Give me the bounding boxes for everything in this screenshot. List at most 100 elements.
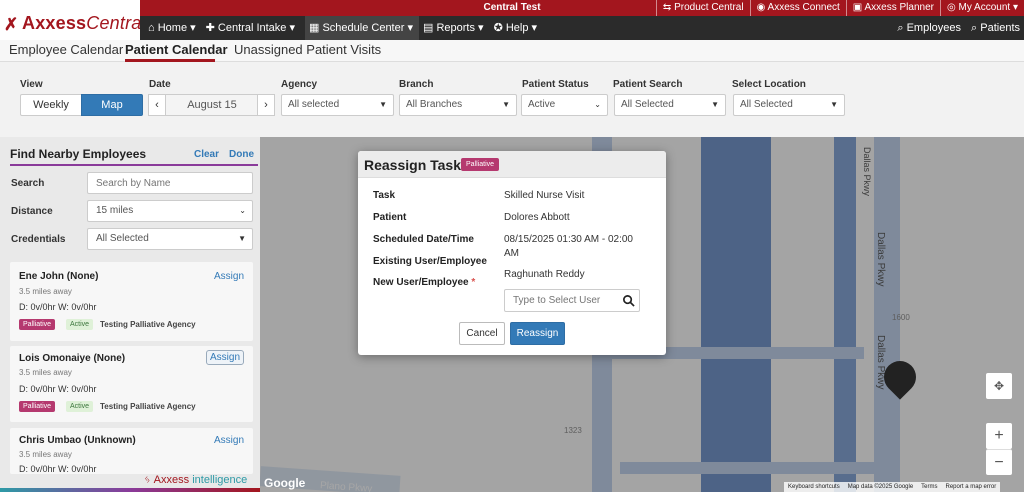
view-label: View xyxy=(20,79,43,90)
existing-user-label: Existing User/Employee xyxy=(373,256,487,267)
assign-button[interactable]: Assign xyxy=(214,435,244,446)
distance-label: Distance xyxy=(11,206,53,217)
intelligence-icon: ᛃ xyxy=(144,474,151,486)
search-icon: ⌕ xyxy=(971,22,978,34)
nav-schedule-center[interactable]: ▦ Schedule Center ▾ xyxy=(304,16,419,40)
modal-title: Reassign Task xyxy=(364,157,462,173)
map-data-label: Map data ©2025 Google xyxy=(847,484,914,490)
caret-down-icon: ▼ xyxy=(830,100,838,109)
task-label: Task xyxy=(373,190,396,201)
view-map-button[interactable]: Map xyxy=(81,94,143,116)
swap-icon: ⇆ xyxy=(662,2,672,13)
google-logo: Google xyxy=(264,476,306,490)
existing-user-value: Raghunath Reddy xyxy=(504,269,585,280)
employee-name: Chris Umbao (Unknown) xyxy=(19,435,136,446)
date-value[interactable]: August 15 xyxy=(166,94,258,116)
employee-distance: 3.5 miles away xyxy=(19,287,72,296)
employee-hours: D: 0v/0hr W: 0v/0hr xyxy=(19,302,97,312)
view-weekly-button[interactable]: Weekly xyxy=(20,94,82,116)
map-recenter-button[interactable]: ✥ xyxy=(986,373,1012,399)
location-select[interactable]: All Selected ▼ xyxy=(733,94,845,116)
keyboard-shortcuts-link[interactable]: Keyboard shortcuts xyxy=(784,482,844,492)
user-icon: ◎ xyxy=(946,2,956,13)
axxess-planner-link[interactable]: ▣ Axxess Planner xyxy=(845,0,940,16)
required-icon: * xyxy=(471,277,476,288)
assign-button[interactable]: Assign xyxy=(205,350,244,365)
search-patients-link[interactable]: ⌕ Patients xyxy=(961,16,1020,40)
nav-home[interactable]: ⌂ Home ▾ xyxy=(148,16,202,40)
employee-hours: D: 0v/0hr W: 0v/0hr xyxy=(19,464,97,474)
home-icon: ⌂ xyxy=(148,22,155,34)
date-next-button[interactable]: › xyxy=(257,94,275,116)
new-user-input[interactable] xyxy=(505,290,617,311)
panel-divider xyxy=(10,164,258,166)
nav-central-intake[interactable]: ✚ Central Intake ▾ xyxy=(206,16,301,40)
chevron-down-icon: ⌄ xyxy=(594,100,601,109)
employee-name: Lois Omonaiye (None) xyxy=(19,353,126,364)
agency-name: Testing Palliative Agency xyxy=(100,320,196,329)
zoom-in-button[interactable]: + xyxy=(986,423,1012,449)
patient-search-select[interactable]: All Selected ▼ xyxy=(614,94,726,116)
employee-card: Chris Umbao (Unknown) Assign 3.5 miles a… xyxy=(10,428,253,474)
patient-status-select[interactable]: Active ⌄ xyxy=(521,94,608,116)
task-value: Skilled Nurse Visit xyxy=(504,190,585,201)
new-user-select[interactable] xyxy=(504,289,640,312)
product-central-link[interactable]: ⇆ Product Central xyxy=(655,0,750,16)
active-badge: Active xyxy=(66,319,94,330)
patient-status-label: Patient Status xyxy=(522,79,589,90)
credentials-select[interactable]: All Selected ▼ xyxy=(87,228,253,250)
clear-link[interactable]: Clear xyxy=(194,149,219,160)
chevron-right-icon: › xyxy=(264,99,268,111)
patient-search-label: Patient Search xyxy=(613,79,683,90)
search-icon xyxy=(623,295,635,307)
employee-hours: D: 0v/0hr W: 0v/0hr xyxy=(19,384,97,394)
my-account-link[interactable]: ◎ My Account ▾ xyxy=(939,0,1024,16)
employee-name: Ene John (None) xyxy=(19,271,99,282)
help-icon: ✪ xyxy=(493,22,503,34)
tab-unassigned-visits[interactable]: Unassigned Patient Visits xyxy=(234,42,381,57)
caret-down-icon: ▼ xyxy=(379,100,387,109)
scheduled-value-cont: AM xyxy=(504,248,519,259)
chevron-left-icon: ‹ xyxy=(155,99,159,111)
done-link[interactable]: Done xyxy=(229,149,254,160)
agency-name: Testing Palliative Agency xyxy=(100,402,196,411)
palliative-badge: Palliative xyxy=(19,319,56,330)
caret-down-icon: ▼ xyxy=(238,234,246,243)
app-logo[interactable]: AxxessCentral xyxy=(22,13,146,34)
tab-employee-calendar[interactable]: Employee Calendar xyxy=(9,42,123,57)
employee-distance: 3.5 miles away xyxy=(19,368,72,377)
report-error-link[interactable]: Report a map error xyxy=(942,482,1001,492)
panel-title: Find Nearby Employees xyxy=(10,147,147,161)
calendar-icon: ▦ xyxy=(308,22,320,34)
tab-patient-calendar[interactable]: Patient Calendar xyxy=(125,42,228,57)
terms-link[interactable]: Terms xyxy=(917,482,941,492)
branch-select[interactable]: All Branches ▼ xyxy=(399,94,517,116)
employee-card: Lois Omonaiye (None) Assign 3.5 miles aw… xyxy=(10,346,253,422)
search-input[interactable] xyxy=(87,172,253,194)
date-prev-button[interactable]: ‹ xyxy=(148,94,166,116)
nav-reports[interactable]: ▤ Reports ▾ xyxy=(423,16,490,40)
active-badge: Active xyxy=(66,401,94,412)
palliative-badge: Palliative xyxy=(19,401,56,412)
employee-card: Ene John (None) Assign 3.5 miles away D:… xyxy=(10,262,253,341)
reassign-button[interactable]: Reassign xyxy=(510,322,565,345)
branch-label: Branch xyxy=(399,79,434,90)
distance-select[interactable]: 15 miles ⌄ xyxy=(87,200,253,222)
location-label: Select Location xyxy=(732,79,806,90)
assign-button[interactable]: Assign xyxy=(214,271,244,282)
agency-label: Agency xyxy=(281,79,318,90)
scheduled-label: Scheduled Date/Time xyxy=(373,234,474,245)
cancel-button[interactable]: Cancel xyxy=(459,322,505,345)
axxess-logo-icon: ✗ xyxy=(4,15,19,34)
search-employees-link[interactable]: ⌕ Employees xyxy=(887,16,961,40)
nav-right: ⌕ Employees ⌕ Patients xyxy=(887,16,1020,40)
agency-select[interactable]: All selected ▼ xyxy=(281,94,394,116)
axxess-connect-link[interactable]: ◉ Axxess Connect xyxy=(749,0,846,16)
palliative-badge: Palliative xyxy=(461,158,500,171)
zoom-out-button[interactable]: − xyxy=(986,449,1012,475)
user-plus-icon: ✚ xyxy=(205,22,215,34)
nav-help[interactable]: ✪ Help ▾ xyxy=(494,16,543,40)
search-label: Search xyxy=(11,178,45,189)
new-user-label: New User/Employee * xyxy=(373,277,476,288)
top-links: ⇆ Product Central ◉ Axxess Connect ▣ Axx… xyxy=(655,0,1024,16)
